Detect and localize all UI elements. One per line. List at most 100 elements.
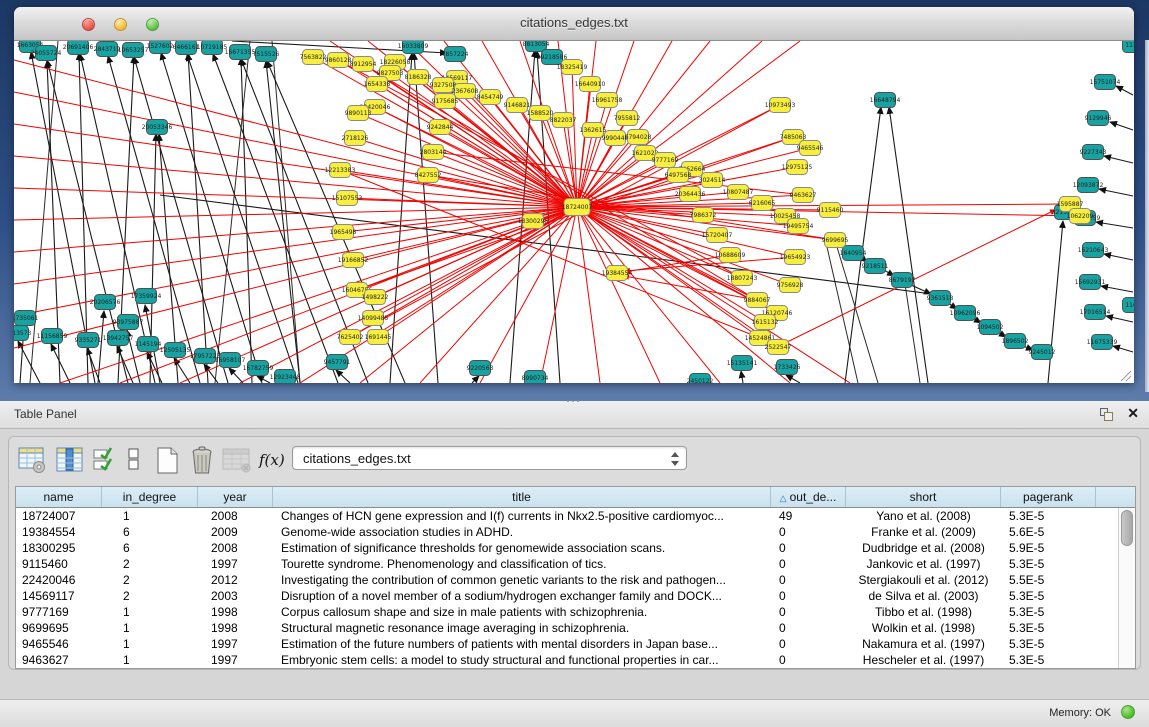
table-row[interactable]: 1456911722003Disruption of a novel membe… — [16, 588, 1118, 604]
table-row[interactable]: 969969511998Structural magnetic resonanc… — [16, 620, 1118, 636]
canvas-resize-grip[interactable] — [1121, 371, 1131, 381]
graph-edge-black[interactable] — [741, 371, 743, 383]
table-cell: 0 — [771, 556, 846, 572]
graph-edge-black[interactable] — [98, 311, 104, 383]
graph-edge-black[interactable] — [1106, 316, 1133, 322]
panel-splitter-handle[interactable] — [567, 399, 581, 403]
graph-edge-red[interactable] — [777, 210, 1055, 347]
graph-node-label: 15107553 — [332, 195, 363, 202]
graph-node-label: 8990734 — [522, 375, 549, 382]
graph-node-label: 14099485 — [358, 315, 389, 322]
column-header-pagerank[interactable]: pagerank — [1001, 487, 1096, 507]
graph-edge-black[interactable] — [51, 344, 70, 383]
graph-node-label: 2843719 — [94, 46, 121, 53]
graph-edge-red[interactable] — [440, 127, 577, 207]
graph-node-label: 9227343 — [1080, 149, 1107, 156]
graph-edge-black[interactable] — [257, 376, 270, 383]
graph-node-label: 9699695 — [822, 237, 849, 244]
graph-edge-black[interactable] — [266, 61, 300, 383]
table-cell: Wolkin et al. (1998) — [846, 620, 1001, 636]
graph-edge-black[interactable] — [905, 284, 920, 383]
scrollbar-thumb[interactable] — [1121, 510, 1133, 546]
table-cell: 1997 — [198, 556, 273, 572]
memory-status-indicator[interactable] — [1121, 705, 1135, 719]
row-check-icon[interactable] — [93, 445, 119, 475]
graph-edge-black[interactable] — [134, 57, 228, 383]
close-panel-icon[interactable]: ✕ — [1127, 405, 1139, 422]
network-window[interactable]: citations_edges.txt 18724007166305424055… — [14, 7, 1134, 383]
graph-edge-black[interactable] — [1104, 254, 1133, 260]
graph-node-label: 1362615 — [580, 127, 607, 134]
column-header-out_de[interactable]: △out_de... — [771, 487, 846, 507]
graph-edge-red[interactable] — [577, 207, 795, 257]
table-settings-icon[interactable] — [17, 445, 47, 475]
graph-edge-black[interactable] — [1096, 222, 1133, 228]
graph-edge-black[interactable] — [1116, 86, 1133, 95]
new-document-icon[interactable] — [153, 445, 183, 477]
table-row[interactable]: 977716911998Corpus callosum shape and si… — [16, 604, 1118, 620]
function-builder-icon[interactable]: f(x) — [259, 451, 285, 469]
graph-node-label: 9463627 — [790, 192, 817, 199]
table-row[interactable]: 911546021997Tourette syndrome. Phenomeno… — [16, 556, 1118, 572]
graph-node-label: 15692931 — [1075, 279, 1106, 286]
table-selector-dropdown[interactable]: citations_edges.txt — [292, 446, 687, 470]
table-cell: 5.3E-5 — [1001, 588, 1096, 604]
trash-icon[interactable] — [187, 445, 217, 477]
column-header-in_degree[interactable]: in_degree — [102, 487, 198, 507]
network-canvas[interactable]: 1872400716630542405572420691406284371910… — [14, 41, 1134, 383]
column-header-year[interactable]: year — [198, 487, 273, 507]
table-cell: 5.3E-5 — [1001, 556, 1096, 572]
graph-node-label: 1094502 — [977, 324, 1004, 331]
graph-edge-black[interactable] — [1099, 189, 1133, 196]
graph-node-label: 6794028 — [625, 134, 652, 141]
table-row[interactable]: 1938455462009Genome-wide association stu… — [16, 524, 1118, 540]
graph-node-label: 18300295 — [518, 218, 549, 225]
graph-node-label: 8912954 — [350, 61, 377, 68]
graph-node-label: 1691445 — [365, 334, 392, 341]
graph-node-label: 9129946 — [1085, 115, 1112, 122]
float-panel-icon[interactable] — [1100, 408, 1115, 422]
table-panel: Table Panel ✕ — [0, 401, 1149, 699]
table-cell: Nakamura et al. (1997) — [846, 636, 1001, 652]
graph-edge-black[interactable] — [229, 368, 243, 383]
graph-node-label: 12213383 — [325, 167, 356, 174]
table-panel-body: f(x) citations_edges.txt namein_degreeye… — [8, 436, 1141, 670]
graph-edge-black[interactable] — [1104, 156, 1133, 163]
graph-edge-red[interactable] — [14, 92, 577, 207]
graph-edge-black[interactable] — [1110, 122, 1133, 130]
network-window-titlebar[interactable]: citations_edges.txt — [14, 7, 1134, 41]
column-header-short[interactable]: short — [846, 487, 1001, 507]
column-pair-icon[interactable] — [125, 445, 143, 475]
column-header-title[interactable]: title — [273, 487, 771, 507]
table-column-edit-icon[interactable] — [55, 445, 85, 475]
table-cell: 1997 — [198, 652, 273, 668]
graph-edge-black[interactable] — [1113, 346, 1133, 352]
graph-edge-black[interactable] — [1101, 286, 1133, 292]
graph-edge-black[interactable] — [336, 370, 350, 383]
graph-node-label: 8822037 — [550, 117, 577, 124]
table-row[interactable]: 1872400712008Changes of HCN gene express… — [16, 508, 1118, 524]
graph-edge-black[interactable] — [215, 41, 250, 383]
graph-edge-red[interactable] — [377, 84, 577, 207]
graph-node-label: 7986372 — [690, 212, 717, 219]
graph-edge-black[interactable] — [472, 376, 479, 383]
table-cell: Genome-wide association studies in ADHD. — [273, 524, 771, 540]
graph-edge-black[interactable] — [889, 107, 928, 383]
graph-edge-red[interactable] — [360, 207, 577, 383]
table-cell: 0 — [771, 572, 846, 588]
table-cell: Hescheler et al. (1997) — [846, 652, 1001, 668]
table-row[interactable]: 2242004622012Investigating the contribut… — [16, 572, 1118, 588]
table-row[interactable]: 946554611997Estimation of the future num… — [16, 636, 1118, 652]
table-row[interactable]: 946362711997Embryonic stem cells: a mode… — [16, 652, 1118, 668]
graph-node-label: 17359924 — [131, 293, 162, 300]
table-vertical-scrollbar[interactable] — [1118, 508, 1135, 668]
graph-node-label: 10962096 — [950, 310, 981, 317]
graph-node-label: 10807487 — [723, 189, 754, 196]
graph-edge-red[interactable] — [577, 207, 600, 383]
table-cell: 2003 — [198, 588, 273, 604]
column-header-name[interactable]: name — [16, 487, 102, 507]
table-row[interactable]: 1830029562008Estimation of significance … — [16, 540, 1118, 556]
graph-node-label: 9242844 — [427, 124, 454, 131]
graph-node-label: 16961758 — [592, 97, 623, 104]
table-cell: Tibbo et al. (1998) — [846, 604, 1001, 620]
